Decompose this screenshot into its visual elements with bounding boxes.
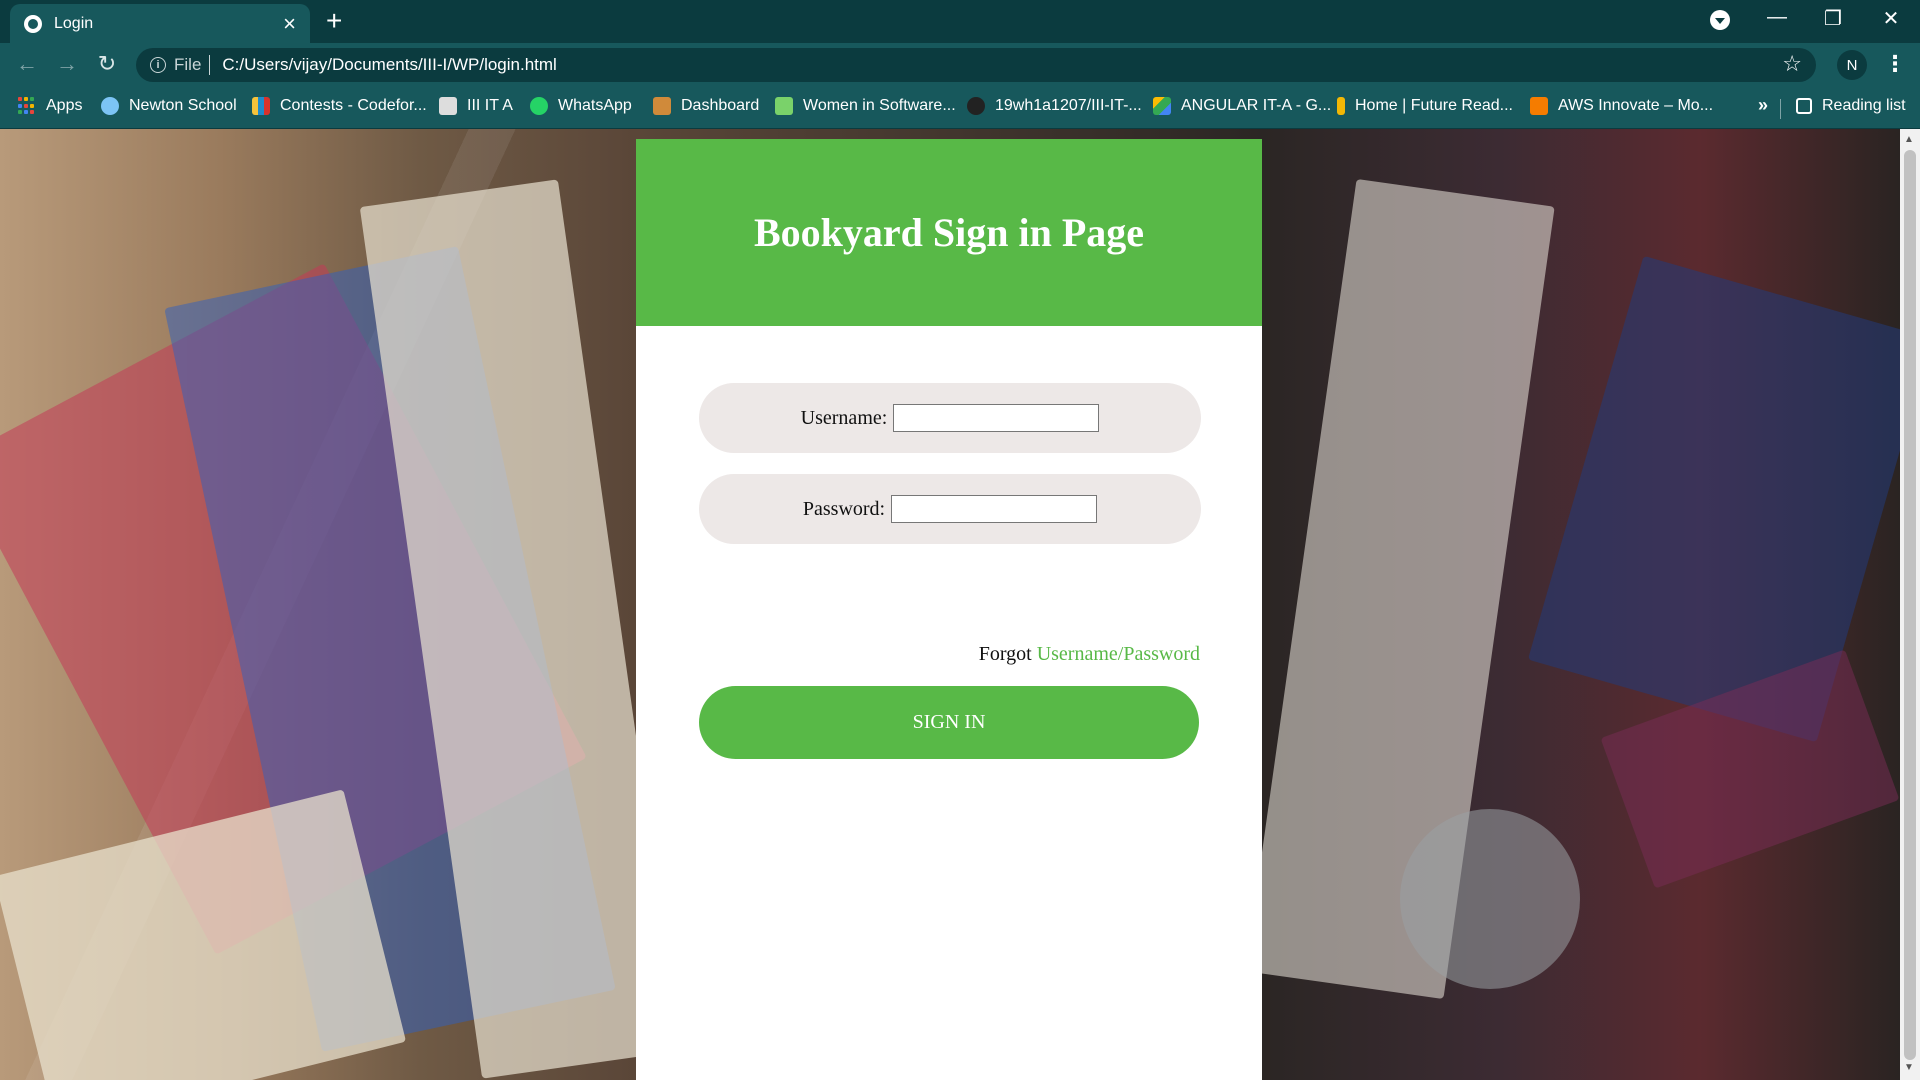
bookmark-women-in-software[interactable]: Women in Software... [775,97,956,115]
bookmark-github-repo[interactable]: 19wh1a1207/III-IT-... [967,97,1142,115]
reading-list-button[interactable]: Reading list [1796,97,1906,115]
bookmark-codeforces[interactable]: Contests - Codefor... [252,97,427,115]
scroll-down-icon[interactable]: ▼ [1904,1062,1914,1073]
bookmark-angular-drive[interactable]: ANGULAR IT-A - G... [1153,97,1331,115]
future-ready-icon [1337,97,1345,115]
forgot-username-password-link[interactable]: Username/Password [1037,643,1200,665]
tab-close-icon[interactable]: × [283,12,296,34]
page-title: Bookyard Sign in Page [753,210,1145,255]
bookmark-iii-it-a[interactable]: III IT A [439,97,513,115]
bookmark-future-ready[interactable]: Home | Future Read... [1337,97,1513,115]
apps-grid-icon [18,97,36,115]
forgot-prefix: Forgot [978,643,1032,665]
bookmarks-divider [1780,99,1781,119]
classroom-icon [439,97,457,115]
tab-login[interactable]: Login × [10,4,310,43]
scroll-up-icon[interactable]: ▲ [1904,134,1914,145]
url-text: C:/Users/vijay/Documents/III-I/WP/login.… [222,55,557,74]
google-drive-icon [1153,97,1171,115]
address-bar[interactable]: i File C:/Users/vijay/Documents/III-I/WP… [136,48,1816,82]
browser-toolbar: ← → ↻ i File C:/Users/vijay/Documents/II… [0,43,1920,87]
login-header: Bookyard Sign in Page [636,139,1262,326]
forgot-credentials: Forgot Username/Password [979,643,1200,666]
bookmark-star-icon[interactable]: ☆ [1782,51,1802,77]
username-row: Username: [699,383,1201,453]
url-separator [209,55,211,75]
globe-icon [24,14,42,33]
password-input[interactable] [891,495,1098,523]
password-label: Password: [802,497,886,520]
aws-icon [1530,97,1548,115]
women-in-software-icon [775,97,793,115]
restore-icon[interactable]: ❐ [1818,6,1848,31]
background-paper-sheet [0,789,407,1080]
bookmark-apps[interactable]: Apps [18,97,82,115]
reload-icon[interactable]: ↻ [92,51,122,77]
bookmarks-bar: Apps Newton School Contests - Codefor...… [0,87,1920,129]
bookmark-aws-innovate[interactable]: AWS Innovate – Mo... [1530,97,1713,115]
tab-title: Login [54,14,94,32]
bookmark-newton-school[interactable]: Newton School [101,97,237,115]
new-tab-icon[interactable]: + [326,7,342,35]
forward-icon[interactable]: → [52,51,82,77]
sign-in-button[interactable]: SIGN IN [699,686,1199,759]
newton-school-icon [101,97,119,115]
background-soda-can [1400,809,1580,989]
password-row: Password: [699,474,1201,544]
bookmark-whatsapp[interactable]: WhatsApp [530,97,632,115]
minimize-icon[interactable]: — [1762,6,1792,29]
bookmark-dashboard[interactable]: Dashboard [653,97,759,115]
more-bookmarks-icon[interactable]: » [1758,95,1768,116]
scrollbar-thumb[interactable] [1904,150,1916,1060]
login-card: Bookyard Sign in Page Username: Password… [636,139,1262,1080]
whatsapp-icon [530,97,548,115]
codeforces-icon [252,97,270,115]
username-label: Username: [800,406,888,429]
profile-avatar[interactable]: N [1837,50,1867,80]
info-icon[interactable]: i [150,57,166,73]
reading-list-icon [1796,98,1812,114]
tab-search-icon[interactable] [1710,10,1730,30]
dashboard-icon [653,97,671,115]
tab-strip: Login × + — ❐ ✕ [0,0,1920,43]
menu-kebab-icon[interactable]: ⋮ [1884,51,1906,77]
url-scheme: File [174,55,202,74]
username-input[interactable] [893,404,1100,432]
github-icon [967,97,985,115]
close-window-icon[interactable]: ✕ [1876,6,1906,31]
back-icon[interactable]: ← [12,51,42,77]
